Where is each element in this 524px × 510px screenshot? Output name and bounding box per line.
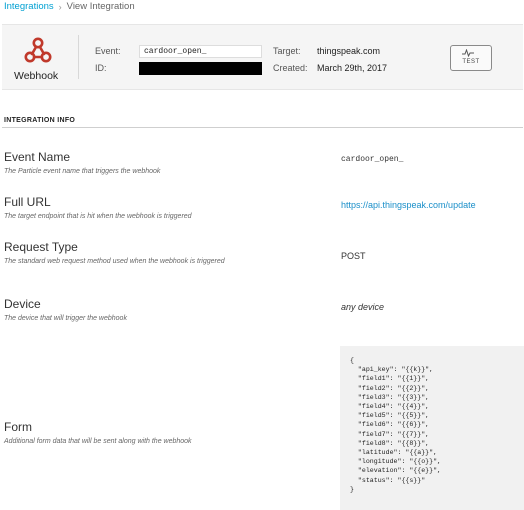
form-json-line: } (350, 485, 354, 493)
form-json-line: "field4": "{{4}}", (350, 403, 430, 411)
device-description: The device that will trigger the webhook (4, 315, 127, 322)
target-value: thingspeak.com (317, 46, 381, 56)
form-json-line: "field6": "{{6}}", (350, 421, 430, 429)
full-url-title: Full URL (4, 195, 51, 209)
breadcrumb-separator: › (58, 1, 62, 12)
event-name-description: The Particle event name that triggers th… (4, 168, 161, 175)
breadcrumb-integrations-link[interactable]: Integrations (4, 1, 54, 12)
request-type-value: POST (341, 251, 366, 261)
pulse-icon (462, 49, 474, 57)
form-json-line: "field8": "{{8}}", (350, 439, 430, 447)
form-data-code-block: { "api_key": "{{k}}", "field1": "{{1}}",… (340, 346, 524, 510)
form-json-line: { (350, 357, 354, 364)
form-json-line: "longitude": "{{o}}", (350, 458, 442, 466)
form-title: Form (4, 420, 32, 434)
event-name-value: cardoor_open_ (139, 45, 262, 58)
test-button-label: TEST (462, 59, 480, 65)
id-value-redacted (139, 62, 262, 75)
section-divider (2, 127, 523, 128)
full-url-description: The target endpoint that is hit when the… (4, 213, 192, 220)
form-description: Additional form data that will be sent a… (4, 438, 192, 445)
integration-type-label: Webhook (14, 70, 59, 82)
created-value: March 29th, 2017 (317, 63, 388, 73)
form-json-line: "field7": "{{7}}", (350, 430, 430, 438)
target-label: Target: (273, 46, 301, 56)
breadcrumb: Integrations › View Integration (4, 1, 135, 12)
full-url-link[interactable]: https://api.thingspeak.com/update (341, 200, 476, 210)
form-json-line: "field1": "{{1}}", (350, 375, 430, 383)
integration-header-card: Webhook Event: cardoor_open_ ID: Target:… (2, 24, 523, 90)
event-label: Event: (95, 46, 121, 56)
form-json-line: "field3": "{{3}}", (350, 393, 430, 401)
webhook-icon (24, 37, 52, 63)
form-json-line: "field5": "{{5}}", (350, 412, 430, 420)
breadcrumb-current: View Integration (66, 1, 135, 12)
form-json-line: "status": "{{s}}" (350, 476, 426, 484)
device-title: Device (4, 297, 41, 311)
event-name-title: Event Name (4, 150, 71, 164)
id-label: ID: (95, 63, 107, 73)
test-button[interactable]: TEST (450, 45, 492, 71)
created-label: Created: (273, 63, 308, 73)
form-json-line: "api_key": "{{k}}", (350, 366, 434, 374)
header-divider (78, 35, 79, 79)
request-type-title: Request Type (4, 240, 78, 254)
form-json-line: "field2": "{{2}}", (350, 384, 430, 392)
section-title: INTEGRATION INFO (4, 117, 76, 124)
device-value: any device (341, 302, 385, 312)
event-name-field-value: cardoor_open_ (341, 155, 404, 164)
form-json-line: "latitude": "{{a}}", (350, 449, 438, 457)
request-type-description: The standard web request method used whe… (4, 258, 225, 265)
form-json-line: "elevation": "{{e}}", (350, 467, 442, 475)
